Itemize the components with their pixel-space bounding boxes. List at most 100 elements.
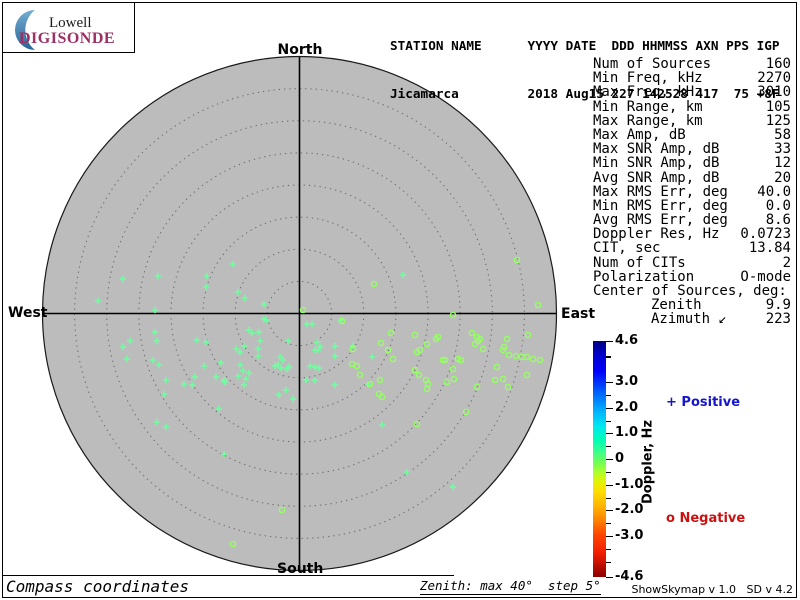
colorbar-tick-label: 3.0 bbox=[615, 374, 639, 390]
colorbar-tick-label: 4.6 bbox=[615, 333, 639, 349]
stat-value: 0.0 bbox=[765, 197, 791, 214]
logo-box: Lowell DIGISONDE bbox=[2, 2, 135, 53]
colorbar-tick bbox=[606, 356, 611, 358]
stat-value: 20 bbox=[774, 169, 791, 186]
colorbar-tick bbox=[606, 484, 613, 486]
colorbar-tick bbox=[606, 548, 611, 550]
stat-value: 58 bbox=[774, 126, 791, 143]
colorbar-tick-label: -1.0 bbox=[615, 476, 644, 492]
colorbar-tick bbox=[606, 341, 613, 343]
stat-value: 40.0 bbox=[757, 183, 791, 200]
stat-row: Num of Sources 160 bbox=[593, 57, 791, 71]
legend-negative: o Negative bbox=[666, 511, 745, 526]
circle-marker-icon: o bbox=[666, 511, 675, 526]
stat-row: CIT, sec 13.84 bbox=[593, 241, 791, 255]
compass-label-east: East bbox=[561, 306, 596, 322]
colorbar-tick bbox=[606, 382, 613, 384]
colorbar-tick-label: 2.0 bbox=[615, 399, 639, 415]
colorbar-tick-label: 1.0 bbox=[615, 425, 639, 441]
stat-label: Max Freq, kHz bbox=[593, 84, 703, 101]
stat-value: 125 bbox=[765, 112, 791, 129]
stat-row: Max Amp, dB 58 bbox=[593, 128, 791, 142]
stat-row: Doppler Res, Hz 0.0723 bbox=[593, 227, 791, 241]
stat-label: Max Range, km bbox=[593, 112, 703, 129]
stat-value: O-mode bbox=[740, 268, 791, 285]
stat-value: 160 bbox=[765, 56, 791, 72]
stat-label: Min RMS Err, deg bbox=[593, 197, 728, 214]
zenith-scale-caption: Zenith: max 40° step 5° bbox=[420, 578, 601, 595]
stat-label: Doppler Res, Hz bbox=[593, 226, 720, 243]
stat-row: Polarization O-mode bbox=[593, 270, 791, 284]
stat-value: 33 bbox=[774, 141, 791, 158]
colorbar-tick bbox=[606, 510, 613, 512]
colorbar-tick bbox=[606, 459, 613, 461]
stat-value: 8.6 bbox=[765, 212, 791, 229]
stat-label: Max RMS Err, deg bbox=[593, 183, 728, 200]
colorbar-tick bbox=[606, 561, 611, 563]
stat-label: Center of Sources, deg: bbox=[593, 283, 787, 299]
legend-positive: + Positive bbox=[666, 395, 740, 410]
stat-row: Avg SNR Amp, dB 20 bbox=[593, 169, 791, 186]
stat-row: Center of Sources, deg: bbox=[593, 284, 791, 298]
stat-row: Avg RMS Err, deg 8.6 bbox=[593, 213, 791, 227]
stat-value: 3010 bbox=[757, 84, 791, 101]
stat-value: 2 bbox=[782, 254, 791, 271]
doppler-colorbar bbox=[593, 341, 606, 577]
stat-row: Max SNR Amp, dB 33 bbox=[593, 142, 791, 156]
colorbar-tick bbox=[606, 420, 611, 422]
logo-digisonde-text: DIGISONDE bbox=[19, 30, 116, 47]
colorbar-tick bbox=[606, 407, 613, 409]
colorbar-tick bbox=[606, 471, 611, 473]
stat-row: Min SNR Amp, dB 12 bbox=[593, 156, 791, 170]
stat-label: Num of Sources bbox=[593, 56, 712, 72]
colorbar-tick bbox=[606, 536, 613, 538]
stat-row: Min Freq, kHz 2270 bbox=[593, 71, 791, 85]
colorbar-tick bbox=[606, 523, 611, 525]
stat-value: 13.84 bbox=[748, 240, 791, 257]
stat-row: Azimuth ↙ 223 bbox=[593, 312, 791, 326]
stat-row: Max Range, km 125 bbox=[593, 114, 791, 128]
stat-value: 105 bbox=[765, 98, 791, 115]
stat-row: Max Freq, kHz 3010 bbox=[593, 85, 791, 99]
compass-label-west: West bbox=[8, 305, 48, 321]
colorbar-tick-label: -4.6 bbox=[615, 569, 644, 585]
stat-label: Min Freq, kHz bbox=[593, 70, 703, 87]
colorbar-tick bbox=[606, 394, 611, 397]
stat-label: Num of CITs bbox=[593, 254, 686, 271]
colorbar-tick-label: -3.0 bbox=[615, 528, 644, 544]
colorbar-tick-label: 0 bbox=[615, 451, 625, 467]
stat-label: Min SNR Amp, dB bbox=[593, 155, 720, 172]
colorbar-tick bbox=[606, 433, 613, 435]
plus-marker-icon: + bbox=[666, 395, 677, 410]
software-version-caption: ShowSkymap v 1.0 SD v 4.2 bbox=[631, 583, 793, 596]
colorbar-tick bbox=[606, 446, 611, 448]
stat-label: Zenith bbox=[651, 297, 702, 314]
stat-label: Azimuth ↙ bbox=[651, 311, 727, 328]
stat-value: 223 bbox=[765, 311, 791, 328]
legend-negative-label: Negative bbox=[674, 511, 746, 526]
legend-positive-label: Positive bbox=[676, 395, 741, 410]
stat-label: Max Amp, dB bbox=[593, 126, 686, 143]
stat-label: Avg RMS Err, deg bbox=[593, 212, 728, 229]
compass-label-north: North bbox=[277, 42, 323, 58]
stat-label: Avg SNR Amp, dB bbox=[593, 169, 720, 186]
stat-label: Polarization bbox=[593, 268, 695, 285]
stat-value: 12 bbox=[774, 155, 791, 172]
measurement-stats-panel: Num of Sources 160 Min Freq, kHz 2270 Max Fr… bbox=[593, 57, 791, 327]
stat-value: 2270 bbox=[757, 70, 791, 87]
stat-label: CIT, sec bbox=[593, 240, 661, 257]
colorbar-title: Doppler, Hz bbox=[640, 419, 656, 505]
stat-row: Max RMS Err, deg 40.0 bbox=[593, 183, 791, 200]
stat-label: Min Range, km bbox=[593, 98, 703, 115]
colorbar-tick bbox=[606, 497, 611, 499]
stat-value: 0.0723 bbox=[740, 226, 791, 243]
stat-row: Zenith 9.9 bbox=[593, 298, 791, 312]
colorbar-tick bbox=[606, 577, 613, 579]
stat-row: Min RMS Err, deg 0.0 bbox=[593, 199, 791, 213]
footer-separator-line bbox=[2, 575, 454, 577]
colorbar-tick-label: -2.0 bbox=[615, 502, 644, 518]
stat-row: Min Range, km 105 bbox=[593, 98, 791, 115]
stat-value: 9.9 bbox=[765, 297, 791, 314]
header-columns-line: STATION NAME YYYY DATE DDD HHMMSS AXN PP… bbox=[390, 38, 780, 53]
coordinate-system-caption: Compass coordinates bbox=[6, 577, 190, 596]
